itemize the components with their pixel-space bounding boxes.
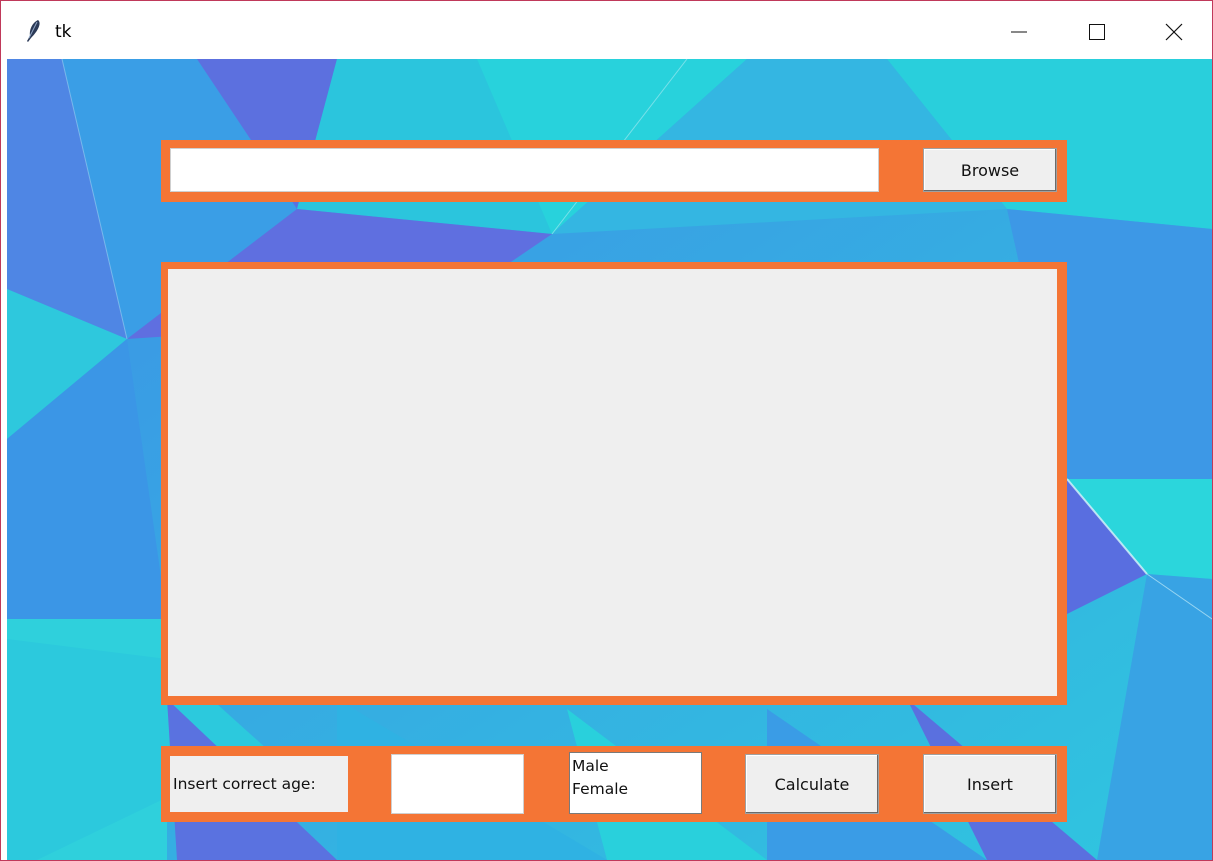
maximize-button[interactable] — [1061, 1, 1133, 59]
calculate-button[interactable]: Calculate — [745, 754, 879, 814]
browse-button[interactable]: Browse — [923, 148, 1057, 192]
gender-listbox[interactable]: Male Female — [569, 752, 702, 814]
maximize-icon — [1089, 24, 1105, 40]
insert-button[interactable]: Insert — [923, 754, 1057, 814]
age-label: Insert correct age: — [170, 756, 348, 812]
window-client-area: Browse Insert correct age: Male Female C… — [7, 59, 1212, 860]
close-icon — [1165, 23, 1183, 41]
image-display-area — [168, 269, 1057, 696]
file-path-input[interactable] — [170, 148, 879, 192]
gender-option-female[interactable]: Female — [572, 778, 701, 801]
age-input[interactable] — [391, 754, 524, 814]
minimize-icon — [1011, 31, 1027, 33]
window-title: tk — [55, 22, 72, 42]
app-window: tk Browse Insert correct age: Male Femal… — [0, 0, 1213, 861]
minimize-button[interactable] — [983, 1, 1055, 59]
title-bar[interactable]: tk — [1, 1, 1212, 59]
feather-icon — [27, 20, 40, 42]
close-button[interactable] — [1138, 1, 1210, 59]
gender-option-male[interactable]: Male — [572, 755, 701, 778]
